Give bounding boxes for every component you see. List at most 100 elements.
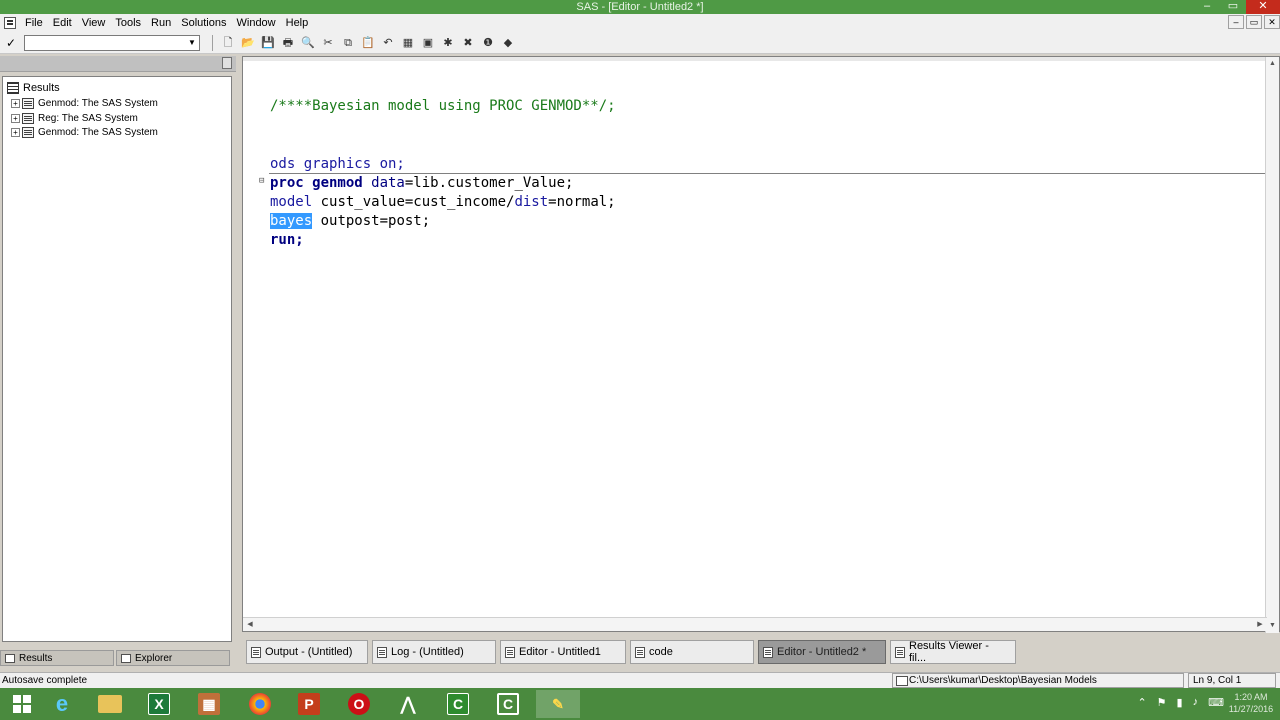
opera-icon[interactable]: O — [337, 690, 381, 718]
tree-root[interactable]: Results — [7, 81, 60, 95]
tab-output[interactable]: Output - (Untitled) — [246, 640, 368, 664]
cut-icon[interactable]: ✂ — [319, 34, 337, 52]
menu-window[interactable]: Window — [232, 14, 281, 32]
tray-up-icon[interactable]: ⌃ — [1137, 696, 1146, 709]
results-pane: Results + Genmod: The SAS System + Reg: … — [0, 56, 236, 650]
tab-editor-untitled2[interactable]: Editor - Untitled2 * — [758, 640, 886, 664]
check-icon[interactable]: ✓ — [6, 36, 20, 50]
dist-keyword: dist — [514, 194, 549, 210]
save-icon[interactable]: 💾 — [259, 34, 277, 52]
mdi-controls: – ▭ ✕ — [1228, 15, 1280, 29]
program-editor[interactable]: /****Bayesian model using PROC GENMOD**/… — [242, 56, 1280, 633]
scroll-left-icon[interactable]: ◀ — [243, 618, 257, 631]
keyboard-icon[interactable]: ⌨ — [1208, 696, 1224, 709]
flag-icon[interactable]: ⚑ — [1157, 696, 1167, 709]
powerpoint-icon[interactable]: P — [287, 690, 331, 718]
menu-solutions[interactable]: Solutions — [176, 14, 231, 32]
tab-results[interactable]: Results — [0, 650, 114, 666]
data-option: data — [362, 175, 405, 191]
status-message: Autosave complete — [2, 675, 88, 686]
current-folder[interactable]: C:\Users\kumar\Desktop\Bayesian Models — [892, 673, 1184, 688]
pin-icon[interactable] — [222, 57, 232, 69]
expand-icon[interactable]: + — [11, 98, 20, 108]
clear-icon[interactable]: ✱ — [439, 34, 457, 52]
menu-tools[interactable]: Tools — [110, 14, 146, 32]
vertical-scrollbar[interactable]: ▲ ▼ — [1265, 57, 1279, 633]
scroll-down-icon[interactable]: ▼ — [1266, 619, 1279, 633]
window-icon — [377, 646, 387, 658]
new-library-icon[interactable]: ▦ — [399, 34, 417, 52]
clock-date: 11/27/2016 — [1228, 704, 1274, 714]
minimize-button[interactable]: – — [1194, 0, 1220, 14]
close-button[interactable]: ✕ — [1246, 0, 1280, 14]
camtasia-icon[interactable]: C — [436, 690, 480, 718]
excel-icon[interactable]: X — [137, 690, 181, 718]
tab-editor-untitled1[interactable]: Editor - Untitled1 — [500, 640, 626, 664]
clock[interactable]: 1:20 AM 11/27/2016 — [1226, 691, 1276, 715]
tab-log[interactable]: Log - (Untitled) — [372, 640, 496, 664]
results-tab-icon — [5, 653, 15, 663]
copy-icon[interactable]: ⧉ — [339, 34, 357, 52]
window-icon — [251, 646, 261, 658]
sas-app-icon[interactable] — [4, 17, 16, 29]
window-title: SAS - [Editor - Untitled2 *] — [576, 1, 704, 13]
mdi-restore-button[interactable]: ▭ — [1246, 15, 1262, 29]
result-icon — [22, 112, 34, 124]
tab-explorer[interactable]: Explorer — [116, 650, 230, 666]
code-line-run: run; — [270, 232, 304, 248]
menu-file[interactable]: File — [20, 14, 48, 32]
sas-help-icon[interactable]: ◆ — [499, 34, 517, 52]
tab-code[interactable]: code — [630, 640, 754, 664]
results-tree: Results + Genmod: The SAS System + Reg: … — [2, 76, 232, 642]
step-separator — [269, 173, 1267, 174]
file-explorer-icon[interactable] — [88, 690, 132, 718]
maximize-button[interactable]: ▭ — [1220, 0, 1246, 14]
results-folder-icon — [7, 82, 19, 94]
expand-icon[interactable]: + — [11, 127, 20, 137]
chevron-down-icon[interactable]: ▼ — [186, 36, 198, 50]
break-icon[interactable]: ✖ — [459, 34, 477, 52]
toolbar: ✓ ▼ 🗋 📂 💾 🖶 🔍 ✂ ⧉ 📋 ↶ ▦ ▣ ✱ ✖ ❶ ◆ — [0, 32, 1280, 54]
code-line-model: model cust_value=cust_income/dist=normal… — [270, 194, 616, 210]
winamp-icon[interactable]: ⋀ — [386, 690, 430, 718]
submit-icon[interactable]: ▣ — [419, 34, 437, 52]
horizontal-scrollbar[interactable]: ◀ ▶ — [243, 617, 1267, 631]
undo-icon[interactable]: ↶ — [379, 34, 397, 52]
app-icon[interactable]: ▦ — [187, 690, 231, 718]
print-preview-icon[interactable]: 🔍 — [299, 34, 317, 52]
open-icon[interactable]: 📂 — [239, 34, 257, 52]
menu-view[interactable]: View — [77, 14, 111, 32]
mdi-minimize-button[interactable]: – — [1228, 15, 1244, 29]
scroll-up-icon[interactable]: ▲ — [1266, 57, 1279, 71]
network-icon[interactable]: ▮ — [1177, 696, 1183, 709]
collapse-icon[interactable]: ⊟ — [259, 177, 268, 186]
code-line-ods: ods graphics on; — [270, 156, 405, 172]
mdi-close-button[interactable]: ✕ — [1264, 15, 1280, 29]
tree-item-genmod-2[interactable]: + Genmod: The SAS System — [11, 125, 158, 139]
taskbar: e X ▦ P O ⋀ C C ✎ ⌃ ⚑ ▮ ♪ ⌨ 1:20 AM 11/2… — [0, 688, 1280, 720]
tree-item-reg[interactable]: + Reg: The SAS System — [11, 111, 138, 125]
status-bar: Autosave complete C:\Users\kumar\Desktop… — [0, 672, 1280, 688]
internet-explorer-icon[interactable]: e — [40, 690, 84, 718]
print-icon[interactable]: 🖶 — [279, 34, 297, 52]
sas-icon[interactable]: ✎ — [536, 690, 580, 718]
paste-icon[interactable]: 📋 — [359, 34, 377, 52]
menu-help[interactable]: Help — [281, 14, 314, 32]
windows-start-icon[interactable] — [0, 690, 44, 718]
system-tray: ⌃ ⚑ ▮ ♪ ⌨ — [1137, 696, 1224, 709]
expand-icon[interactable]: + — [11, 113, 20, 123]
menu-edit[interactable]: Edit — [48, 14, 77, 32]
window-tabs: Output - (Untitled) Log - (Untitled) Edi… — [242, 638, 1280, 666]
camtasia-recorder-icon[interactable]: C — [486, 690, 530, 718]
clock-time: 1:20 AM — [1234, 692, 1268, 702]
tab-results-viewer[interactable]: Results Viewer - fil... — [890, 640, 1016, 664]
command-box[interactable]: ▼ — [24, 34, 200, 51]
chrome-icon[interactable] — [238, 690, 282, 718]
tree-item-genmod-1[interactable]: + Genmod: The SAS System — [11, 96, 158, 110]
command-input[interactable] — [25, 35, 185, 50]
volume-icon[interactable]: ♪ — [1193, 696, 1199, 709]
help-icon[interactable]: ❶ — [479, 34, 497, 52]
menu-run[interactable]: Run — [146, 14, 176, 32]
scroll-right-icon[interactable]: ▶ — [1253, 618, 1267, 631]
new-icon[interactable]: 🗋 — [219, 34, 237, 52]
